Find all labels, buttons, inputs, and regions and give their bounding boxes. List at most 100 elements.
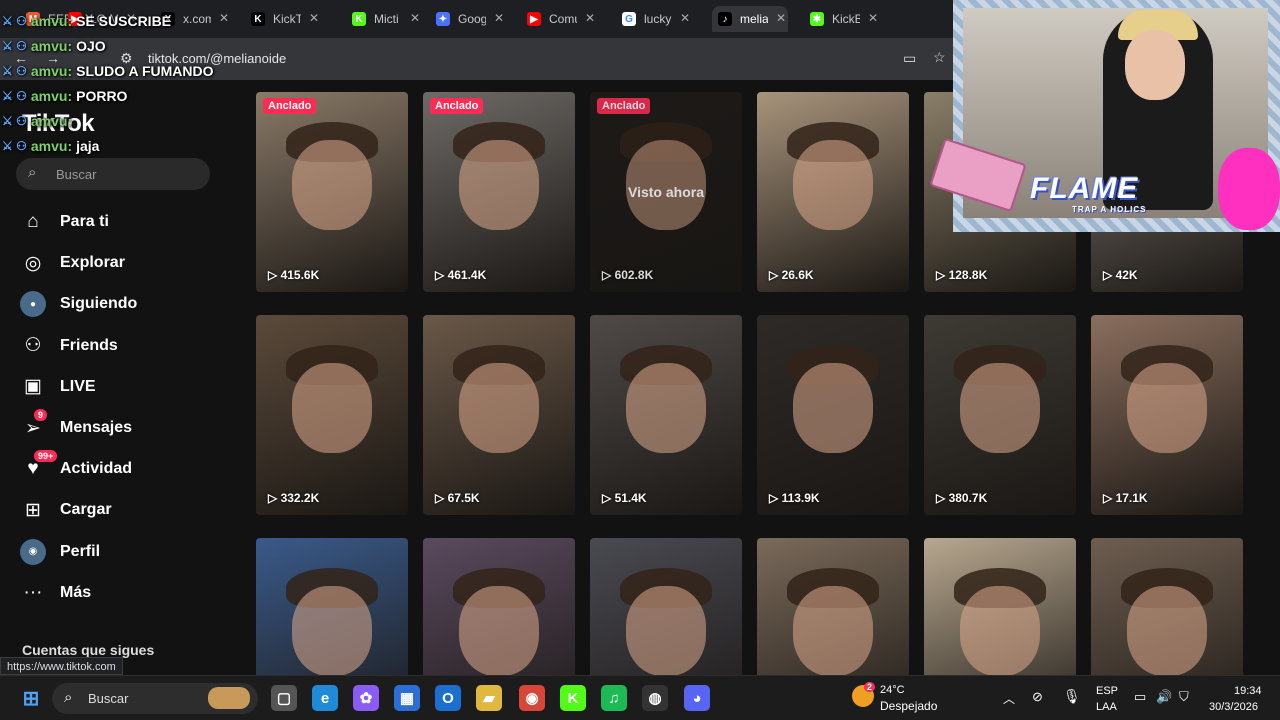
copilot-icon[interactable]: ✿ <box>353 685 379 711</box>
chat-username: amvu <box>30 62 68 79</box>
search-input[interactable]: ⌕ Buscar <box>16 158 210 190</box>
obs-icon[interactable]: ◍ <box>642 685 668 711</box>
tab-5[interactable]: ✦ Goog ✕ <box>430 6 506 32</box>
chrome-icon[interactable]: ◉ <box>519 685 545 711</box>
tab-4[interactable]: K Micti ✕ <box>346 6 422 32</box>
thumbnail-face <box>292 586 372 676</box>
view-count-value: 42K <box>1115 268 1138 282</box>
tab-title: KickT <box>273 12 301 26</box>
search-highlight-image <box>208 687 250 709</box>
tab-7[interactable]: Glucky ✕ <box>616 6 692 32</box>
weather-desc[interactable]: Despejado <box>880 699 937 713</box>
sidebar-item-label: Actividad <box>60 460 133 478</box>
tab-title: Goog <box>458 12 486 26</box>
tab-3[interactable]: K KickT ✕ <box>245 6 321 32</box>
sidebar-item-siguiendo[interactable]: ● Siguiendo <box>20 289 137 319</box>
kick-icon[interactable]: K <box>560 685 586 711</box>
video-card[interactable]: ▷ 113.9K <box>757 315 909 515</box>
display-icon[interactable]: ▭ <box>1134 689 1146 705</box>
view-count-value: 113.9K <box>781 491 820 505</box>
tab-title: Comu <box>549 12 577 26</box>
network-off-icon[interactable]: ⊘ <box>1032 689 1043 705</box>
sidebar-item-actividad[interactable]: ♥ 99+ Actividad <box>20 450 133 484</box>
close-tab-icon[interactable]: ✕ <box>680 11 690 25</box>
video-card[interactable]: ▷ 380.7K <box>924 315 1076 515</box>
language-primary[interactable]: ESP <box>1096 685 1118 697</box>
video-card[interactable] <box>256 538 408 680</box>
sidebar: TikTok ⌕ Buscar ⌂ Para ti ◎ Explorar ● Siguien… <box>0 80 240 680</box>
weather-temp[interactable]: 24°C <box>880 684 905 696</box>
play-icon: ▷ <box>602 268 615 282</box>
close-tab-icon[interactable]: ✕ <box>868 11 878 25</box>
close-tab-icon[interactable]: ✕ <box>776 11 786 25</box>
close-tab-icon[interactable]: ✕ <box>494 11 504 25</box>
sidebar-item-cargar[interactable]: ⊞ Cargar <box>20 495 112 525</box>
tray-chevron-icon[interactable]: ︿ <box>1003 690 1015 707</box>
microphone-icon[interactable]: 🎙 <box>1063 688 1081 705</box>
clock-date[interactable]: 30/3/2026 <box>1209 701 1258 713</box>
view-count-value: 67.5K <box>447 491 480 505</box>
profile-avatar-icon: ◉ <box>20 538 46 565</box>
play-icon: ▷ <box>268 268 281 282</box>
tab-6[interactable]: ▶ Comu ✕ <box>521 6 597 32</box>
video-card[interactable]: Anclado ▷ 461.4K <box>423 92 575 292</box>
tab-8[interactable]: ♪ melia ✕ <box>712 6 788 32</box>
live-icon: ▣ <box>24 376 42 398</box>
tab-9[interactable]: ✱ KickB ✕ <box>804 6 880 32</box>
video-card[interactable] <box>924 538 1076 680</box>
clock-time[interactable]: 19:34 <box>1234 685 1262 697</box>
close-tab-icon[interactable]: ✕ <box>309 11 319 25</box>
chat-text: OJO <box>76 37 106 54</box>
sidebar-item-perfil[interactable]: ◉ Perfil <box>20 537 100 567</box>
install-app-icon[interactable]: ▭ <box>903 50 916 67</box>
chat-message: ⚔ ⚇ amvu: SLUDO A FUMANDO <box>2 58 242 83</box>
windows-start-icon[interactable]: ⊞ <box>18 685 44 711</box>
sidebar-item-mensajes[interactable]: ➢ 9 Mensajes <box>20 409 132 443</box>
video-card[interactable] <box>1091 538 1243 680</box>
view-count: ▷ 461.4K <box>435 268 486 282</box>
video-card[interactable]: ▷ 67.5K <box>423 315 575 515</box>
sidebar-item-live[interactable]: ▣ LIVE <box>20 372 96 402</box>
close-tab-icon[interactable]: ✕ <box>410 11 420 25</box>
chat-message: ⚔ ⚇ amvu: OJO <box>2 33 242 58</box>
discord-icon[interactable]: ◕ <box>684 685 710 711</box>
video-card[interactable]: ▷ 51.4K <box>590 315 742 515</box>
sidebar-item-para-ti[interactable]: ⌂ Para ti <box>20 207 109 237</box>
video-card[interactable] <box>423 538 575 680</box>
search-placeholder: Buscar <box>56 167 97 182</box>
weather-icon[interactable]: 2 <box>852 682 876 707</box>
video-card[interactable]: ▷ 26.6K <box>757 92 909 292</box>
kick-green-icon: K <box>352 12 366 26</box>
thumbnail-face <box>626 586 706 676</box>
video-card[interactable] <box>590 538 742 680</box>
thumbnail-face <box>1127 363 1207 453</box>
language-secondary[interactable]: LAA <box>1096 701 1117 713</box>
volume-icon[interactable]: 🔊 <box>1156 689 1172 705</box>
video-card[interactable]: ▷ 17.1K <box>1091 315 1243 515</box>
spotify-icon[interactable]: ♫ <box>601 685 627 711</box>
sidebar-item-friends[interactable]: ⚇ Friends <box>20 331 117 361</box>
video-card[interactable]: Anclado Visto ahora ▷ 602.8K <box>590 92 742 292</box>
store-icon[interactable]: ▦ <box>394 685 420 711</box>
tiktok-icon: ♪ <box>718 12 732 26</box>
sidebar-item-label: Perfil <box>60 542 101 560</box>
video-card[interactable] <box>757 538 909 680</box>
taskbar-search[interactable]: ⌕ Buscar <box>52 683 258 714</box>
video-card[interactable]: Anclado ▷ 415.6K <box>256 92 408 292</box>
view-count-value: 51.4K <box>614 491 647 505</box>
following-accounts-header: Cuentas que sigues <box>22 642 155 658</box>
close-tab-icon[interactable]: ✕ <box>585 11 595 25</box>
sidebar-item-mas[interactable]: ··· Más <box>20 578 92 608</box>
status-bar-url: https://www.tiktok.com <box>0 657 123 675</box>
security-icon[interactable]: ⛉ <box>1179 689 1189 705</box>
edge-icon[interactable]: e <box>312 685 338 711</box>
view-count: ▷ 51.4K <box>602 491 647 505</box>
taskview-icon[interactable]: ▢ <box>271 685 297 711</box>
folder-icon[interactable]: ▰ <box>476 685 502 711</box>
outlook-icon[interactable]: O <box>435 685 461 711</box>
video-card[interactable]: ▷ 332.2K <box>256 315 408 515</box>
chat-colon: : <box>67 12 73 29</box>
sidebar-item-explorar[interactable]: ◎ Explorar <box>20 248 125 278</box>
thumbnail-face <box>793 363 873 453</box>
bookmark-star-icon[interactable]: ☆ <box>933 49 946 66</box>
